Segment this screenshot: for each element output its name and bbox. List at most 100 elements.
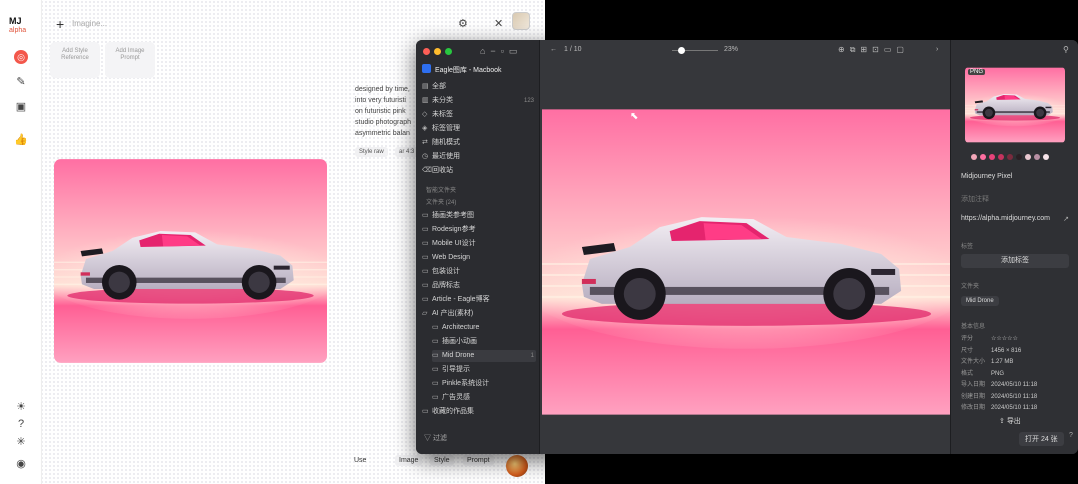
- color-swatch[interactable]: [1043, 154, 1049, 160]
- smart-folders-header[interactable]: 智能文件夹: [426, 185, 456, 194]
- use-prompt-button[interactable]: Prompt: [463, 455, 494, 466]
- folder-item[interactable]: ▭ 插画类参考图: [422, 210, 536, 222]
- folder-label: AI 产出(素材): [432, 310, 474, 317]
- filter-button[interactable]: ▽ 过滤: [424, 433, 447, 443]
- trash-icon: ⌫: [422, 167, 432, 174]
- param-chip[interactable]: ar 4:3: [395, 147, 419, 157]
- color-swatch[interactable]: [980, 154, 986, 160]
- zoom-window-button[interactable]: [445, 48, 452, 55]
- nav-item-unsorted[interactable]: ▥ 未分类 123: [422, 95, 536, 107]
- folder-item[interactable]: ▭ 收藏的作品集: [422, 406, 536, 418]
- subfolder-item[interactable]: ▭ 广告灵感: [432, 392, 536, 404]
- profile-icon[interactable]: ◉: [14, 457, 28, 471]
- add-image-prompt-button[interactable]: Add Image Prompt: [105, 42, 155, 78]
- image-name-field[interactable]: Midjourney Pixel: [961, 173, 1069, 180]
- library-switcher[interactable]: Eagle图库 - Macbook: [422, 64, 534, 78]
- inspector-thumbnail[interactable]: [965, 67, 1065, 143]
- plus-icon[interactable]: +: [56, 16, 64, 32]
- explore-icon[interactable]: ◎: [14, 50, 28, 64]
- tag-off-icon: ◇: [422, 111, 428, 118]
- settings-icon[interactable]: ✳: [14, 435, 28, 449]
- use-style-button[interactable]: Style: [430, 455, 454, 466]
- folder-item[interactable]: ▭ 包装设计: [422, 266, 536, 278]
- folder-label: Pinkle系统设计: [442, 380, 490, 387]
- sidebar-tools-icon[interactable]: ⌂−▫▭: [480, 46, 522, 57]
- subfolder-item[interactable]: ▭ Architecture: [432, 322, 536, 334]
- folder-count: 1: [530, 353, 534, 359]
- param-chip[interactable]: Style raw: [355, 147, 388, 157]
- nav-item-random[interactable]: ⇄ 随机模式: [422, 137, 536, 149]
- color-swatch[interactable]: [1016, 154, 1022, 160]
- add-style-reference-button[interactable]: Add Style Reference: [50, 42, 100, 78]
- help-icon[interactable]: ?: [14, 417, 28, 431]
- meta-key: 修改日期: [961, 405, 986, 411]
- create-icon[interactable]: ✎: [14, 75, 28, 89]
- meta-row: 创建日期 2024/05/10 11:18: [961, 392, 1069, 403]
- mj-logo[interactable]: MJ alpha: [9, 17, 26, 35]
- meta-row: 评分 ☆☆☆☆☆: [961, 334, 1069, 345]
- folder-item[interactable]: ▭ 品牌标志: [422, 280, 536, 292]
- nav-label: 未分类: [432, 97, 453, 104]
- subfolder-item[interactable]: ▭ Pinkle系统设计: [432, 378, 536, 390]
- porsche-image: [542, 109, 950, 415]
- meta-key: 创建日期: [961, 393, 986, 400]
- zoom-slider-knob[interactable]: [678, 47, 685, 54]
- folder-item[interactable]: ▭ Mobile UI设计: [422, 238, 536, 250]
- folder-item[interactable]: ▭ Rodesign参考: [422, 224, 536, 236]
- subfolder-item[interactable]: ▭ 引导提示: [432, 364, 536, 376]
- settings-sliders-icon[interactable]: ⚙: [458, 17, 468, 30]
- color-swatch[interactable]: [1025, 154, 1031, 160]
- bug-icon[interactable]: ☀: [14, 400, 28, 414]
- nav-item-recent[interactable]: ◷ 最近使用: [422, 151, 536, 163]
- folder-icon: ▭: [432, 352, 439, 359]
- nav-item-untagged[interactable]: ◇ 未标签: [422, 109, 536, 121]
- color-swatch[interactable]: [989, 154, 995, 160]
- nav-item-trash[interactable]: ⌫回收站: [422, 165, 536, 177]
- folder-item[interactable]: ▭ Web Design: [422, 252, 536, 264]
- clock-icon: ◷: [422, 153, 429, 160]
- folders-header[interactable]: 文件夹 (24): [426, 197, 456, 206]
- filter-icon: ▽: [424, 435, 433, 442]
- url-text: https://alpha.midjourney.com: [961, 215, 1050, 222]
- viewer-tool-icons[interactable]: ⊕⧉⊞⊡▭▢: [838, 45, 909, 55]
- nav-item-all[interactable]: ▤ 全部: [422, 81, 536, 93]
- meta-row: 文件大小 1.27 MB: [961, 357, 1069, 368]
- generated-image-card[interactable]: [54, 159, 327, 363]
- source-url-field[interactable]: https://alpha.midjourney.com ↗: [961, 215, 1069, 223]
- note-field[interactable]: 添加注释: [961, 194, 1069, 204]
- close-window-button[interactable]: [423, 48, 430, 55]
- minimize-window-button[interactable]: [434, 48, 441, 55]
- close-icon[interactable]: ✕: [494, 17, 503, 30]
- user-avatar[interactable]: [512, 12, 530, 30]
- prompt-input[interactable]: Imagine...: [72, 19, 107, 28]
- color-swatch[interactable]: [1034, 154, 1040, 160]
- image-thumbnail[interactable]: [506, 455, 528, 477]
- nav-item-tags[interactable]: ◈ 标签管理: [422, 123, 536, 135]
- preview-image[interactable]: [542, 109, 950, 415]
- folder-item[interactable]: ▭ Article - Eagle博客: [422, 294, 536, 306]
- thumbs-up-icon[interactable]: 👍: [14, 133, 28, 147]
- folder-icon: ▭: [422, 268, 429, 275]
- use-image-button[interactable]: Image: [395, 455, 423, 466]
- color-swatch[interactable]: [1007, 154, 1013, 160]
- color-swatch[interactable]: [971, 154, 977, 160]
- export-button[interactable]: ⇪ 导出: [999, 416, 1021, 426]
- organize-icon[interactable]: ▣: [14, 100, 28, 114]
- subfolder-item[interactable]: ▭ 插画小动画: [432, 336, 536, 348]
- grid-icon: ▤: [422, 83, 429, 90]
- open-button[interactable]: 打开 24 张: [1019, 432, 1064, 446]
- next-arrow-icon[interactable]: ›: [936, 46, 938, 53]
- meta-key: 文件大小: [961, 359, 986, 365]
- link-icon[interactable]: ↗: [1063, 215, 1069, 223]
- color-swatch[interactable]: [998, 154, 1004, 160]
- back-arrow-icon[interactable]: ←: [550, 46, 557, 53]
- pin-icon[interactable]: ⚲: [1063, 45, 1069, 54]
- help-icon[interactable]: ?: [1069, 432, 1073, 439]
- subfolder-item-selected[interactable]: ▭ Mid Drone 1: [432, 350, 536, 362]
- folder-chip[interactable]: Mid Drone: [961, 296, 999, 306]
- folder-label: Article - Eagle博客: [432, 296, 490, 303]
- eagle-window: ⌂−▫▭ Eagle图库 - Macbook ▤ 全部 ▥ 未分类 123 ◇ 未标签 …: [416, 40, 1078, 454]
- add-tag-button[interactable]: 添加标签: [961, 254, 1069, 268]
- folder-item-expanded[interactable]: ▱ AI 产出(素材): [422, 308, 536, 320]
- folder-label: 插画类参考图: [432, 212, 474, 219]
